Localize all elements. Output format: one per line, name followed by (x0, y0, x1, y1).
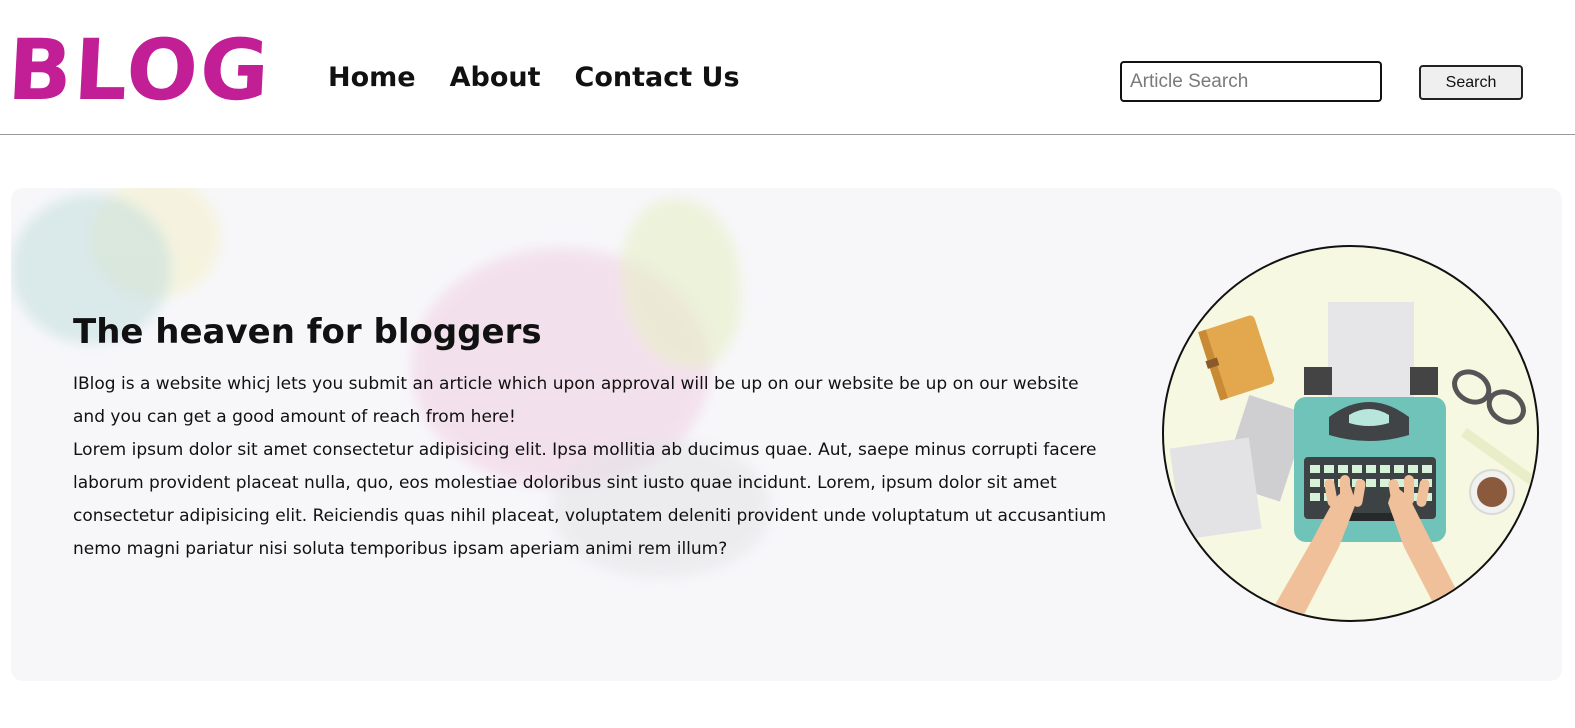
typewriter-illustration (1162, 245, 1539, 622)
hero-paragraph-intro: IBlog is a website whicj lets you submit… (73, 374, 1079, 427)
hero-description: IBlog is a website whicj lets you submit… (73, 368, 1113, 566)
site-header: BLOG Home About Contact Us Search (0, 0, 1575, 135)
hero-paragraph-lorem: Lorem ipsum dolor sit amet consectetur a… (73, 440, 1107, 559)
nav-link-home[interactable]: Home (328, 62, 416, 93)
nav-link-contact[interactable]: Contact Us (575, 62, 740, 93)
nav-link-about[interactable]: About (450, 62, 541, 93)
hero-title: The heaven for bloggers (73, 312, 542, 352)
search-button[interactable]: Search (1419, 65, 1523, 100)
site-logo[interactable]: BLOG (5, 21, 273, 119)
article-search-input[interactable] (1120, 61, 1382, 102)
main-nav: Home About Contact Us (328, 62, 740, 93)
hero-section: The heaven for bloggers IBlog is a websi… (11, 188, 1562, 681)
typewriter-icon (1169, 302, 1537, 620)
